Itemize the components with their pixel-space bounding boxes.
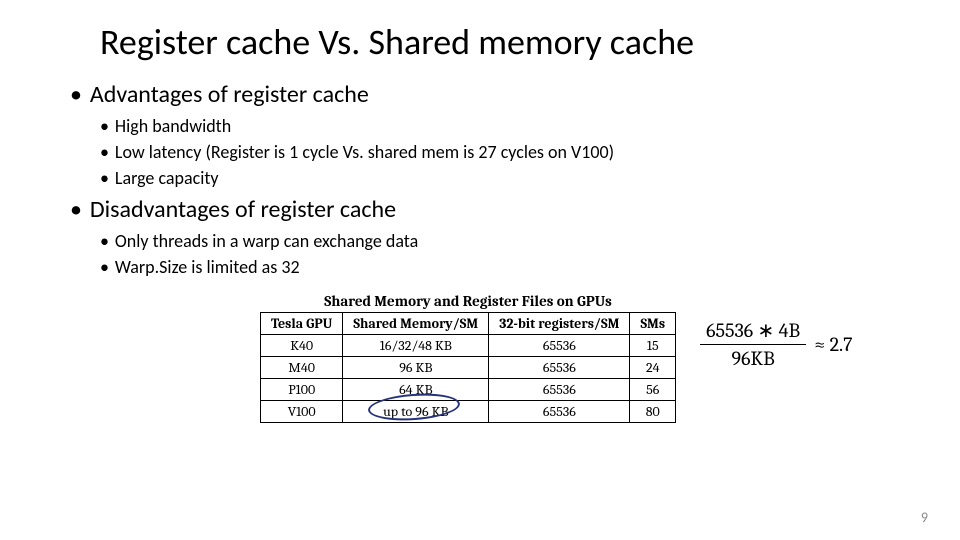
bullet-icon: • xyxy=(70,195,84,224)
td: 80 xyxy=(630,401,676,423)
slide: Register cache Vs. Shared memory cache •… xyxy=(0,0,960,423)
bullet-icon: • xyxy=(100,167,111,189)
td: 24 xyxy=(630,357,676,379)
equation: 65536 ∗ 4B 96KB ≈ 2.7 xyxy=(700,318,852,370)
dis-item: • Warp.Size is limited as 32 xyxy=(100,256,890,278)
th: 32-bit registers/SM xyxy=(489,313,630,335)
adv-item: • Large capacity xyxy=(100,167,890,189)
gpu-table: Tesla GPU Shared Memory/SM 32-bit regist… xyxy=(260,312,676,423)
item-text: Only threads in a warp can exchange data xyxy=(115,230,418,252)
td: 96 KB xyxy=(343,357,489,379)
td: K40 xyxy=(261,335,343,357)
td: 65536 xyxy=(489,357,630,379)
bullet-icon: • xyxy=(100,230,111,252)
th: Shared Memory/SM xyxy=(343,313,489,335)
item-text: High bandwidth xyxy=(115,115,231,137)
td: 64 KB xyxy=(343,379,489,401)
heading-text: Advantages of register cache xyxy=(90,80,369,109)
td: 56 xyxy=(630,379,676,401)
bullet-icon: • xyxy=(100,256,111,278)
bullet-icon: • xyxy=(70,80,84,109)
dis-item: • Only threads in a warp can exchange da… xyxy=(100,230,890,252)
td: up to 96 KB xyxy=(343,401,489,423)
table-row: V100 up to 96 KB 65536 80 xyxy=(261,401,676,423)
td: P100 xyxy=(261,379,343,401)
table-block: Shared Memory and Register Files on GPUs… xyxy=(260,292,676,423)
bullet-icon: • xyxy=(100,115,111,137)
adv-item: • Low latency (Register is 1 cycle Vs. s… xyxy=(100,141,890,163)
fraction: 65536 ∗ 4B 96KB xyxy=(700,318,806,370)
heading-text: Disadvantages of register cache xyxy=(90,195,396,224)
advantages-heading: • Advantages of register cache xyxy=(70,80,890,109)
td: M40 xyxy=(261,357,343,379)
td: 16/32/48 KB xyxy=(343,335,489,357)
table-and-math: Shared Memory and Register Files on GPUs… xyxy=(260,292,890,423)
table-row: P100 64 KB 65536 56 xyxy=(261,379,676,401)
item-text: Low latency (Register is 1 cycle Vs. sha… xyxy=(115,141,614,163)
td: 65536 xyxy=(489,401,630,423)
numerator: 65536 ∗ 4B xyxy=(700,318,806,345)
table-header-row: Tesla GPU Shared Memory/SM 32-bit regist… xyxy=(261,313,676,335)
item-text: Large capacity xyxy=(115,167,219,189)
page-title: Register cache Vs. Shared memory cache xyxy=(100,20,890,64)
item-text: Warp.Size is limited as 32 xyxy=(115,256,300,278)
table-row: M40 96 KB 65536 24 xyxy=(261,357,676,379)
td: 15 xyxy=(630,335,676,357)
table-caption: Shared Memory and Register Files on GPUs xyxy=(260,292,676,310)
td: V100 xyxy=(261,401,343,423)
table-row: K40 16/32/48 KB 65536 15 xyxy=(261,335,676,357)
approx-result: ≈ 2.7 xyxy=(814,333,852,356)
td: 65536 xyxy=(489,335,630,357)
page-number: 9 xyxy=(921,509,928,526)
denominator: 96KB xyxy=(700,345,806,370)
th: Tesla GPU xyxy=(261,313,343,335)
th: SMs xyxy=(630,313,676,335)
disadvantages-heading: • Disadvantages of register cache xyxy=(70,195,890,224)
adv-item: • High bandwidth xyxy=(100,115,890,137)
td: 65536 xyxy=(489,379,630,401)
bullet-icon: • xyxy=(100,141,111,163)
